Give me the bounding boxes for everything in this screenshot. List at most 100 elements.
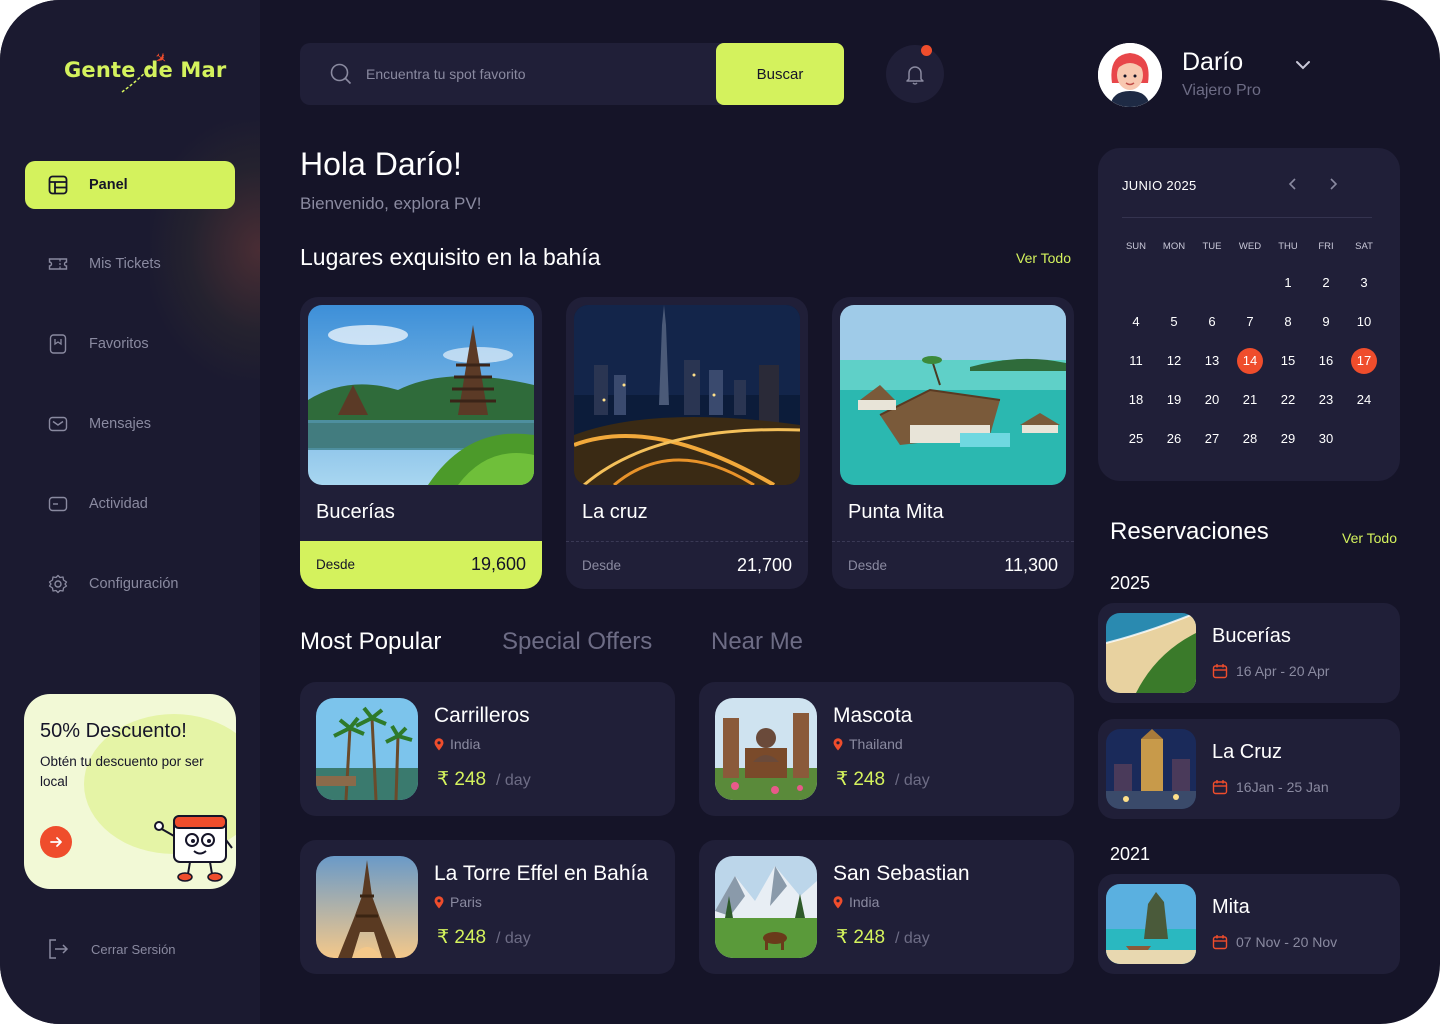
calendar-day[interactable]: 10 <box>1351 309 1377 335</box>
chevron-left-icon[interactable] <box>1286 176 1300 192</box>
calendar-day[interactable]: 19 <box>1161 387 1187 413</box>
promo-button[interactable] <box>40 826 72 858</box>
tab-near-me[interactable]: Near Me <box>711 628 803 656</box>
calendar-day[interactable]: 25 <box>1123 426 1149 452</box>
calendar-day[interactable]: 5 <box>1161 309 1187 335</box>
logout-icon <box>49 939 69 959</box>
place-footer: Desde 11,300 <box>832 541 1074 589</box>
calendar-day[interactable]: 20 <box>1199 387 1225 413</box>
logo-swoosh-icon <box>121 65 153 93</box>
bell-icon <box>906 66 924 85</box>
calendar-day[interactable]: 16 <box>1313 348 1339 374</box>
calendar-day[interactable]: 9 <box>1313 309 1339 335</box>
gear-icon <box>47 573 69 595</box>
calendar-day[interactable]: 2 <box>1313 270 1339 296</box>
calendar-day[interactable]: 24 <box>1351 387 1377 413</box>
popular-image <box>715 856 817 958</box>
place-name: Bucerías <box>316 501 395 523</box>
place-card[interactable]: La cruz Desde 21,700 <box>566 297 808 589</box>
popular-price: ₹ 248 <box>437 927 487 948</box>
place-price: 21,700 <box>736 555 792 575</box>
popular-card[interactable]: La Torre Effel en Bahía Paris ₹ 248 / da… <box>300 840 675 974</box>
reservation-card[interactable]: Bucerías 16 Apr - 20 Apr <box>1098 603 1400 703</box>
reservation-image <box>1106 613 1196 693</box>
calendar-day[interactable]: 13 <box>1199 348 1225 374</box>
reservation-name: La Cruz <box>1212 741 1283 763</box>
greeting-title: Hola Darío! <box>300 146 462 182</box>
calendar-day[interactable]: 7 <box>1237 309 1263 335</box>
bookmark-icon <box>47 333 69 355</box>
location-pin-icon <box>833 895 843 908</box>
avatar[interactable] <box>1098 43 1162 107</box>
sidebar-item-panel[interactable]: Panel <box>25 161 235 209</box>
logout-button[interactable]: Cerrar Sersión <box>47 938 176 960</box>
sidebar-item-settings[interactable]: Configuración <box>25 560 235 608</box>
calendar-day[interactable]: 8 <box>1275 309 1301 335</box>
reservation-dates: 16Jan - 25 Jan <box>1212 779 1329 795</box>
activity-icon <box>47 493 69 515</box>
place-image <box>308 305 534 485</box>
calendar-day[interactable]: 11 <box>1123 348 1149 374</box>
calendar-day[interactable]: 22 <box>1275 387 1301 413</box>
search-button[interactable]: Buscar <box>716 43 844 105</box>
place-card[interactable]: Punta Mita Desde 11,300 <box>832 297 1074 589</box>
calendar-day[interactable]: 18 <box>1123 387 1149 413</box>
reservation-dates: 16 Apr - 20 Apr <box>1212 663 1329 679</box>
sidebar-item-label: Favoritos <box>89 336 149 352</box>
calendar: JUNIO 2025 SUN MON TUE WED THU FRI SAT 1 2 3 4 5 6 7 8… <box>1098 148 1400 481</box>
calendar-day[interactable]: 15 <box>1275 348 1301 374</box>
calendar-day[interactable]: 30 <box>1313 426 1339 452</box>
popular-location: India <box>434 736 480 752</box>
place-image <box>574 305 800 485</box>
chevron-down-icon[interactable] <box>1294 56 1312 74</box>
calendar-day[interactable]: 28 <box>1237 426 1263 452</box>
sidebar-item-label: Configuración <box>89 576 179 592</box>
chevron-right-icon[interactable] <box>1326 176 1340 192</box>
notification-badge <box>921 45 932 56</box>
calendar-day[interactable]: 1 <box>1275 270 1301 296</box>
search-input[interactable] <box>366 63 696 85</box>
calendar-day[interactable]: 23 <box>1313 387 1339 413</box>
popular-card[interactable]: Mascota Thailand ₹ 248 / day <box>699 682 1074 816</box>
calendar-icon <box>1212 935 1228 950</box>
calendar-icon <box>1212 780 1228 795</box>
popular-card[interactable]: San Sebastian India ₹ 248 / day <box>699 840 1074 974</box>
calendar-weekday: SUN <box>1125 241 1147 252</box>
calendar-icon <box>1212 664 1228 679</box>
sidebar-item-favorites[interactable]: Favoritos <box>25 320 235 368</box>
tab-most-popular[interactable]: Most Popular <box>300 628 441 656</box>
places-see-all-link[interactable]: Ver Todo <box>1016 250 1071 266</box>
calendar-day[interactable]: 26 <box>1161 426 1187 452</box>
place-card[interactable]: Bucerías Desde 19,600 <box>300 297 542 589</box>
tab-special-offers[interactable]: Special Offers <box>502 628 652 656</box>
reservation-card[interactable]: Mita 07 Nov - 20 Nov <box>1098 874 1400 974</box>
calendar-day[interactable]: 17 <box>1351 348 1377 374</box>
calendar-day[interactable]: 14 <box>1237 348 1263 374</box>
notifications-button[interactable] <box>886 45 944 103</box>
popular-image <box>316 856 418 958</box>
sidebar-item-activity[interactable]: Actividad <box>25 480 235 528</box>
calendar-day[interactable]: 4 <box>1123 309 1149 335</box>
calendar-day[interactable]: 21 <box>1237 387 1263 413</box>
popular-location: India <box>833 894 879 910</box>
sidebar-item-tickets[interactable]: Mis Tickets <box>25 240 235 288</box>
popular-name: San Sebastian <box>833 862 970 885</box>
calendar-day[interactable]: 29 <box>1275 426 1301 452</box>
popular-name: Carrilleros <box>434 704 530 727</box>
place-price: 19,600 <box>470 554 526 574</box>
popular-location-text: Thailand <box>849 736 903 752</box>
sidebar-item-messages[interactable]: Mensajes <box>25 400 235 448</box>
place-image <box>840 305 1066 485</box>
popular-card[interactable]: Carrilleros India ₹ 248 / day <box>300 682 675 816</box>
reservations-see-all-link[interactable]: Ver Todo <box>1342 530 1397 546</box>
calendar-weekday: TUE <box>1202 241 1222 252</box>
place-from-label: Desde <box>316 557 356 572</box>
calendar-day[interactable]: 27 <box>1199 426 1225 452</box>
reservation-dates: 07 Nov - 20 Nov <box>1212 934 1337 950</box>
reservation-image <box>1106 884 1196 964</box>
reservation-card[interactable]: La Cruz 16Jan - 25 Jan <box>1098 719 1400 819</box>
calendar-day[interactable]: 12 <box>1161 348 1187 374</box>
calendar-day[interactable]: 3 <box>1351 270 1377 296</box>
calendar-day[interactable]: 6 <box>1199 309 1225 335</box>
place-name: La cruz <box>582 501 648 523</box>
